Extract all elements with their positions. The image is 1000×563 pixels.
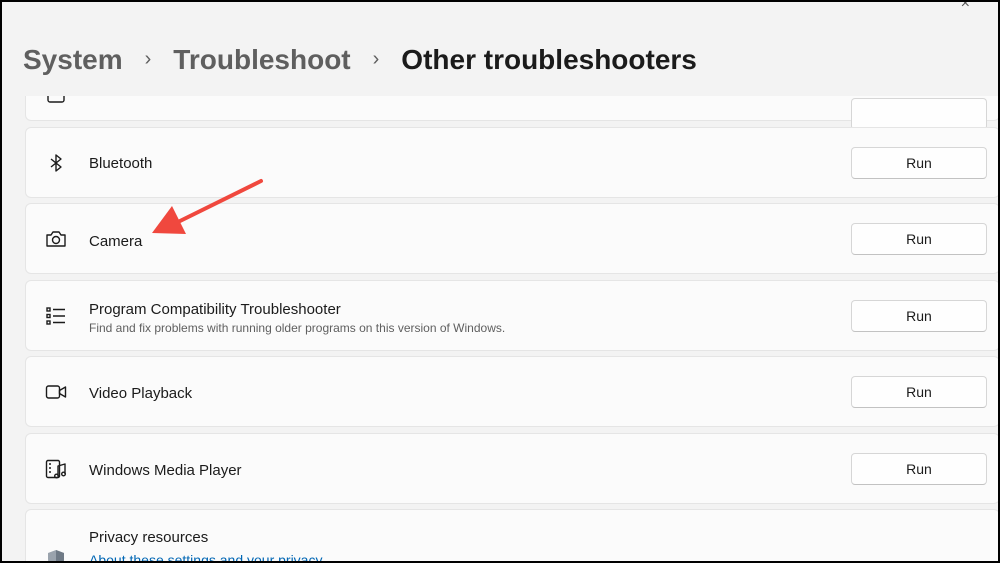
breadcrumb-separator-icon: › [372, 47, 380, 70]
camera-icon [44, 227, 68, 251]
breadcrumb-troubleshoot[interactable]: Troubleshoot [173, 44, 350, 76]
troubleshooter-item-windows-media-player: Windows Media Player Run [25, 433, 998, 504]
privacy-link[interactable]: About these settings and your privacy [89, 552, 322, 561]
troubleshooter-title: Camera [89, 233, 143, 250]
troubleshooter-item-bluetooth: Bluetooth Run [25, 127, 998, 198]
troubleshooter-item-program-compatibility: Program Compatibility Troubleshooter Fin… [25, 280, 998, 351]
list-icon [44, 304, 68, 328]
troubleshooter-description: Find and fix problems with running older… [89, 321, 506, 335]
run-button-program-compatibility[interactable]: Run [851, 299, 987, 332]
troubleshooter-title: Windows Media Player [89, 462, 242, 479]
breadcrumb-separator-icon: › [144, 47, 152, 70]
shield-icon [44, 548, 68, 561]
run-button-bluetooth[interactable]: Run [851, 146, 987, 179]
close-icon[interactable]: × [961, 2, 970, 12]
run-button-camera[interactable]: Run [851, 222, 987, 255]
troubleshooter-item-video-playback: Video Playback Run [25, 356, 998, 427]
breadcrumb-system[interactable]: System [23, 44, 123, 76]
generic-icon [44, 96, 68, 106]
troubleshooter-title: Video Playback [89, 385, 193, 402]
troubleshooter-title: Program Compatibility Troubleshooter [89, 301, 341, 318]
troubleshooter-item-previous [25, 96, 998, 130]
run-button-video-playback[interactable]: Run [851, 375, 987, 408]
breadcrumb: System › Troubleshoot › Other troublesho… [23, 44, 697, 76]
media-player-icon [44, 457, 68, 481]
run-button-windows-media-player[interactable]: Run [851, 452, 987, 485]
settings-window: × System › Troubleshoot › Other troubles… [2, 2, 998, 561]
troubleshooter-title: Bluetooth [89, 155, 153, 172]
privacy-resources-title: Privacy resources [89, 529, 209, 546]
troubleshooter-list[interactable]: Bluetooth Run Camera Run Program Compati… [25, 96, 998, 561]
run-button-previous[interactable] [851, 98, 987, 130]
page-title: Other troubleshooters [401, 44, 697, 75]
video-icon [44, 380, 68, 404]
privacy-resources-card: Privacy resources About these settings a… [25, 509, 998, 561]
troubleshooter-item-camera: Camera Run [25, 203, 998, 274]
bluetooth-icon [44, 151, 68, 175]
